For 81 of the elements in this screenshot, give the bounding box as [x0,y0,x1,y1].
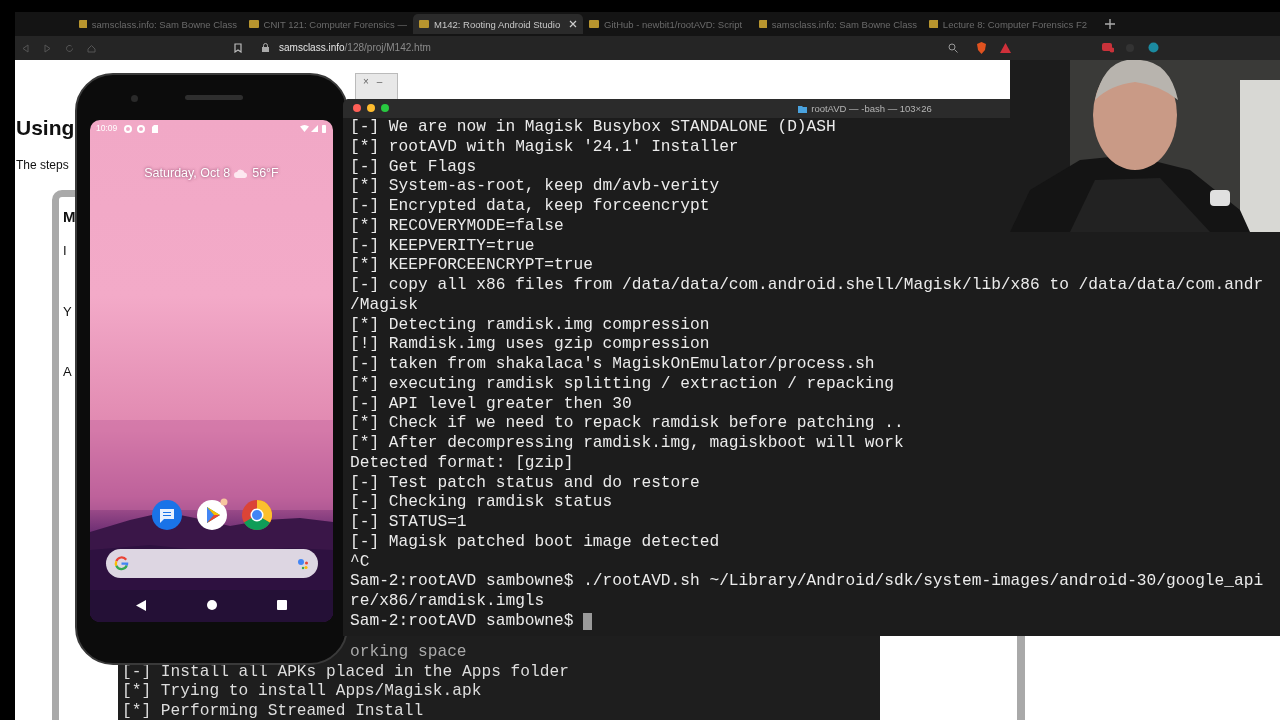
speaker-grille [185,95,243,100]
tricolor-circle-icon[interactable] [242,500,272,530]
terminal-line: [*] Performing Streamed Install [122,701,425,720]
page-heading: Using [16,116,75,140]
terminal-line: Sam-2:rootAVD sambowne$ ./rootAVD.sh ~/Library/Android/sdk/system-images/android-30/google_api [350,572,1264,592]
back-icon[interactable] [136,600,146,611]
close-icon[interactable] [569,20,577,28]
shield-icon[interactable] [976,42,987,54]
terminal-line: [-] API level greater then 30 [350,394,632,415]
terminal-line: [-] STATUS=1 [350,513,467,533]
browser-tab[interactable]: CNIT 121: Computer Forensics — [243,14,413,34]
terminal-line: [*] Detecting ramdisk.img compression [350,315,710,336]
plus-icon[interactable] [1105,19,1115,29]
chat-bubble-icon[interactable] [152,500,182,530]
cloud-icon [234,168,249,178]
browser-tab[interactable]: GitHub - newbit1/rootAVD: Script [583,14,753,34]
terminal-line: [*] Check if we need to repack ramdisk before patching .. [350,414,904,434]
terminal-line: [*] Trying to install Apps/Magisk.apk [122,682,483,702]
terminal-line: [-] KEEPVERITY=true [350,236,535,257]
browser-tab[interactable]: samsclass.info: Sam Bowne Class [73,14,243,34]
terminal-line: [-] Encrypted data, keep forceencrypt [350,197,710,217]
terminal-line: [*] After decompressing ramdisk.img, magiskboot will work [350,434,904,454]
zoom-button[interactable] [381,104,389,112]
terminal-line: [-] We are now in Magisk Busybox STANDALONE (D)ASH [350,118,836,138]
box-text: Y [63,304,72,319]
terminal-line: [*] System-as-root, keep dm/avb-verity [350,177,720,197]
box-text: I [63,243,67,258]
terminal-line: [-] copy all x86 files from /data/data/com.android.shell/Magisk/lib/x86 to /data/data/com.andr [350,276,1264,296]
terminal-line: re/x86/ramdisk.imgls [350,592,545,612]
terminal-line: [-] Get Flags [350,157,477,178]
page-text: The steps [16,158,69,172]
terminal-line: [*] rootAVD with Magisk '24.1' Installer [350,137,739,158]
minimize-button[interactable] [367,104,375,112]
terminal-line: Sam-2:rootAVD sambowne$ [350,611,575,632]
terminal-line: Detected format: [gzip] [350,453,574,474]
page-icon [589,19,599,29]
window-title: rootAVD — -bash — 103×26 [811,103,932,114]
home-icon[interactable] [207,600,217,610]
browser-tab[interactable]: M142: Rooting Android Studio [413,14,583,34]
extension-icon[interactable] [1148,42,1159,53]
close-button[interactable] [353,104,361,112]
clock-text: 10:09 [96,123,118,133]
terminal-line: ^C [350,552,370,573]
bookmark-icon[interactable] [234,43,242,53]
zoom-icon[interactable] [948,43,958,53]
triangle-icon[interactable] [1000,43,1011,53]
box-text: A [63,364,72,379]
window-button[interactable]: – [376,76,383,99]
terminal-line: orking space [349,643,468,663]
folder-icon [798,104,808,113]
window-button[interactable]: × [363,76,369,99]
page-icon [79,19,87,29]
terminal-line: [!] Ramdisk.img uses gzip compression [350,335,710,355]
battery-icon [322,125,326,133]
date-text: Saturday, Oct 8 [144,166,231,180]
address-bar[interactable]: samsclass.info/128/proj/M142.htm [279,42,431,53]
search-bar[interactable] [106,549,318,578]
temperature-text: 56°F [252,166,279,180]
terminal-line: [*] RECOVERYMODE=false [350,216,564,237]
terminal-line: [-] Checking ramdisk status [350,493,613,513]
dots-icon[interactable] [297,557,309,570]
page-icon [249,19,259,29]
sd-card-icon [152,125,158,133]
terminal-line: [*] executing ramdisk splitting / extraction / repacking [350,374,894,395]
wifi-icon [300,125,309,132]
signal-icon [311,125,318,132]
camera-icon [131,95,138,102]
terminal-line: [-] Test patch status and do restore [350,473,700,494]
page-icon [759,19,767,29]
terminal-line: /Magisk [350,295,418,316]
page-icon [929,19,938,29]
lock-icon [262,43,269,52]
browser-tab[interactable]: samsclass.info: Sam Bowne Class [753,14,923,34]
terminal-line: [-] Magisk patched boot image detected [350,532,720,553]
box-title: M [63,208,76,225]
multicolor-g-icon [114,556,129,571]
page-icon [419,19,429,29]
terminal-line: [-] taken from shakalaca's MagiskOnEmulator/process.sh [350,355,875,375]
browser-tab[interactable]: Lecture 8: Computer Forensics F2 [923,14,1093,34]
extension-icon[interactable] [1102,42,1114,53]
terminal-line: [*] KEEPFORCEENCRYPT=true [350,256,593,276]
